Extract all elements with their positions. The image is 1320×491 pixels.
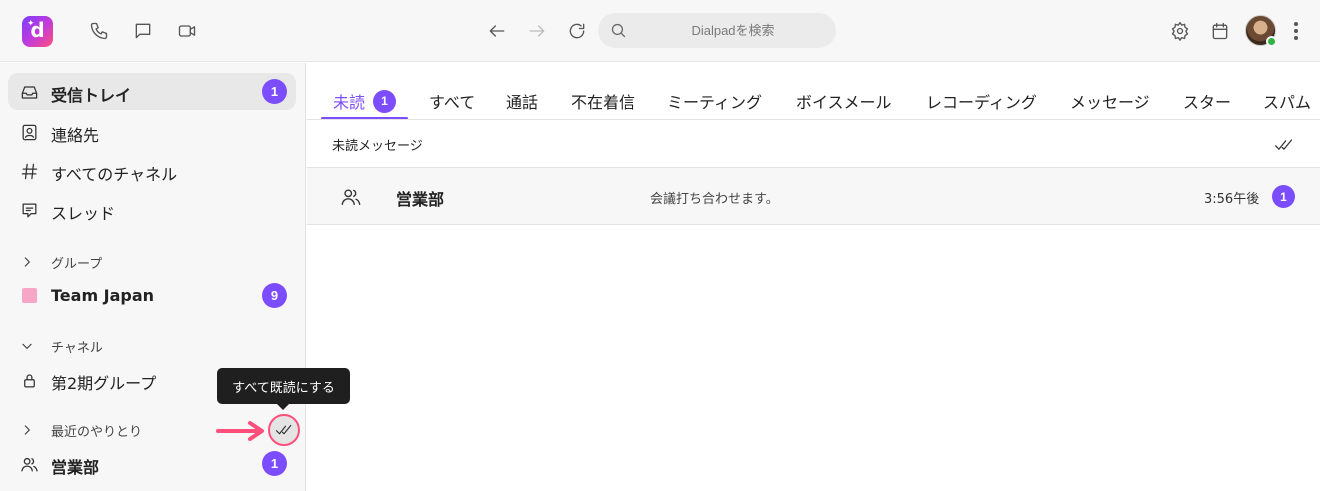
forward-arrow-icon[interactable] (525, 19, 549, 43)
sidebar-item-label: Team Japan (51, 286, 155, 305)
sidebar-item-label: スレッド (51, 204, 116, 223)
section-label: グループ (51, 256, 103, 272)
unread-badge: 1 (262, 79, 287, 104)
sidebar-item-threads[interactable]: スレッド (8, 191, 296, 228)
tab-all[interactable]: すべて (429, 89, 475, 113)
sidebar-item-contacts[interactable]: 連絡先 (8, 113, 296, 150)
thread-icon (19, 200, 39, 220)
sidebar-item-label: 営業部 (51, 458, 100, 477)
avatar[interactable] (1245, 15, 1277, 47)
chevron-down-icon (20, 338, 36, 354)
tab-voicemail[interactable]: ボイスメール (796, 89, 892, 113)
top-bar: ✦ d (0, 0, 1320, 62)
tab-unread[interactable]: 未読 1 (333, 89, 397, 113)
chevron-right-icon (20, 422, 36, 438)
sidebar-item-all-channels[interactable]: すべてのチャネル (8, 152, 296, 189)
active-tab-indicator (321, 117, 408, 119)
sidebar-item-label: 連絡先 (51, 126, 100, 145)
conversation-name: 営業部 (396, 190, 445, 209)
tab-label: 未読 (333, 93, 366, 112)
inbox-icon (19, 82, 39, 102)
unread-badge: 1 (262, 451, 287, 476)
search-bar[interactable] (598, 13, 836, 48)
dialpad-logo[interactable]: ✦ d (22, 16, 53, 47)
subheader-title: 未読メッセージ (332, 139, 423, 154)
annotation-arrow-icon (216, 421, 264, 441)
tab-calls[interactable]: 通話 (506, 89, 538, 113)
sidebar-item-label: 第2期グループ (51, 374, 157, 393)
list-subheader: 未読メッセージ (307, 121, 1320, 168)
chevron-right-icon (20, 254, 36, 270)
calendar-icon[interactable] (1208, 19, 1232, 43)
section-label: 最近のやりとり (51, 424, 143, 440)
tab-missed-calls[interactable]: 不在着信 (571, 89, 635, 113)
sidebar-item-label: 受信トレイ (51, 86, 132, 105)
tab-meetings[interactable]: ミーティング (667, 89, 762, 113)
chat-icon[interactable] (131, 19, 155, 43)
contacts-icon (19, 122, 39, 142)
back-arrow-icon[interactable] (485, 19, 509, 43)
lock-icon (19, 370, 39, 390)
group-icon (340, 186, 362, 208)
group-color-swatch (22, 288, 37, 303)
unread-badge: 9 (262, 283, 287, 308)
phone-icon[interactable] (87, 19, 111, 43)
search-icon (611, 23, 626, 38)
reload-icon[interactable] (565, 19, 589, 43)
sidebar-item-label: すべてのチャネル (51, 165, 178, 184)
unread-badge: 1 (1272, 185, 1295, 208)
unread-badge: 1 (373, 89, 397, 113)
sidebar-item-team-japan[interactable]: Team Japan 9 (8, 277, 296, 314)
gear-icon[interactable] (1168, 19, 1192, 43)
message-time: 3:56午後 (1204, 192, 1260, 207)
inbox-tabs: 未読 1 すべて 通話 不在着信 ミーティング ボイスメール レコーディング メ… (307, 63, 1320, 120)
double-check-icon[interactable] (1273, 135, 1295, 155)
tab-messages[interactable]: メッセージ (1070, 89, 1150, 113)
tab-starred[interactable]: スター (1183, 89, 1231, 113)
sidebar-item-sales[interactable]: 営業部 1 (8, 445, 296, 482)
message-preview: 会議打ち合わせます。 (650, 192, 779, 207)
list-item[interactable]: 営業部 会議打ち合わせます。 3:56午後 1 (307, 168, 1320, 225)
section-label: チャネル (51, 340, 103, 356)
section-recent[interactable]: 最近のやりとり (20, 420, 142, 440)
hash-icon (19, 161, 39, 181)
search-input[interactable] (638, 13, 828, 48)
mark-all-read-button[interactable] (268, 414, 300, 446)
mark-all-read-tooltip: すべて既読にする (217, 368, 350, 410)
online-status-indicator (1266, 36, 1277, 47)
group-icon (19, 454, 39, 474)
more-vertical-icon[interactable] (1290, 19, 1302, 43)
logo-letter: d (30, 18, 45, 42)
sidebar-item-inbox[interactable]: 受信トレイ 1 (8, 73, 296, 110)
section-groups[interactable]: グループ (20, 252, 102, 272)
video-icon[interactable] (175, 19, 199, 43)
tab-recordings[interactable]: レコーディング (926, 89, 1037, 113)
double-check-icon (275, 424, 292, 435)
tab-spam[interactable]: スパム (1263, 89, 1311, 113)
section-channels[interactable]: チャネル (20, 336, 103, 356)
